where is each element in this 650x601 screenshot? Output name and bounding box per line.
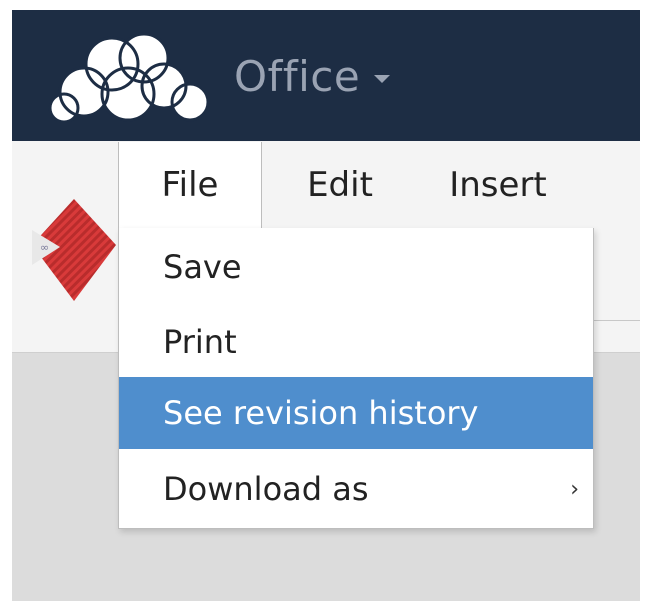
tab-edit[interactable]: Edit [262, 142, 418, 228]
document-icon: ∞ [32, 199, 116, 301]
menubar: File Edit Insert [118, 142, 578, 228]
tab-file-label: File [161, 165, 219, 205]
tab-insert-label: Insert [449, 165, 547, 205]
top-header: Office [12, 10, 640, 141]
menu-item-save[interactable]: Save [119, 232, 593, 302]
menu-item-download-as-label: Download as [163, 470, 369, 508]
menu-item-revision-history-label: See revision history [163, 394, 479, 432]
chevron-right-icon: › [570, 476, 579, 502]
tab-file[interactable]: File [118, 142, 262, 228]
tab-insert[interactable]: Insert [418, 142, 578, 228]
menu-item-revision-history[interactable]: See revision history [119, 377, 593, 449]
menu-item-save-label: Save [163, 248, 242, 286]
svg-text:∞: ∞ [40, 241, 49, 254]
app-frame: Office ∞ File Edit Insert Save Print See… [12, 10, 640, 601]
tab-edit-label: Edit [307, 165, 373, 205]
app-switcher[interactable]: Office [234, 46, 391, 106]
app-name: Office [234, 51, 361, 101]
file-menu-dropdown: Save Print See revision history Download… [118, 228, 594, 529]
caret-down-icon [374, 75, 391, 83]
cloud-logo-icon[interactable] [44, 26, 214, 122]
menu-item-download-as[interactable]: Download as › [119, 454, 593, 524]
menu-item-print-label: Print [163, 323, 237, 361]
menu-item-print[interactable]: Print [119, 307, 593, 377]
